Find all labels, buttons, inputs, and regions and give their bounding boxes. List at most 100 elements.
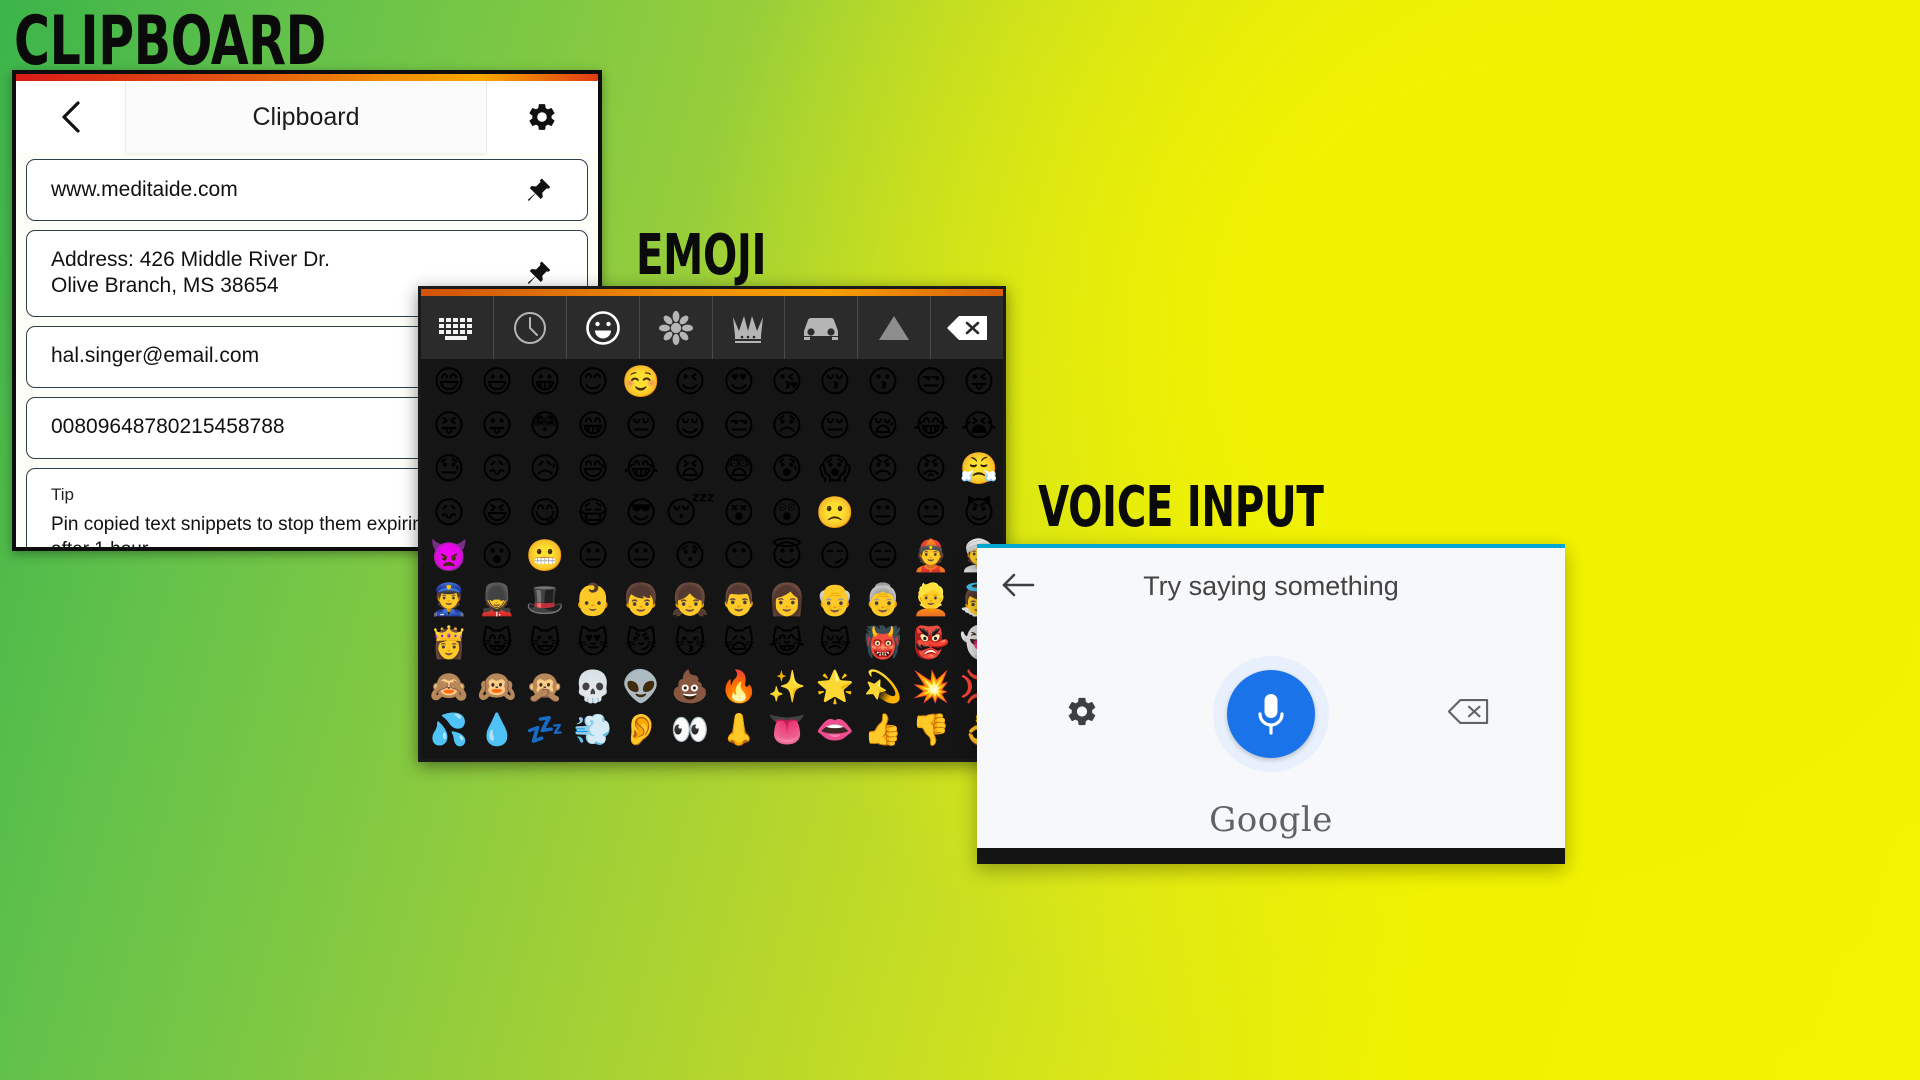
emoji-cell[interactable]: 😒: [723, 410, 755, 442]
emoji-cell[interactable]: 👹: [864, 628, 903, 659]
tab-keyboard[interactable]: [421, 296, 494, 359]
emoji-cell[interactable]: 😚: [819, 367, 851, 398]
emoji-cell[interactable]: 😝: [433, 410, 465, 442]
tab-nature[interactable]: [640, 296, 713, 359]
emoji-cell[interactable]: 👽: [622, 671, 661, 703]
mic-button[interactable]: [1227, 670, 1315, 758]
emoji-cell[interactable]: 😡: [915, 454, 947, 485]
emoji-cell[interactable]: 😿: [819, 628, 851, 659]
emoji-cell[interactable]: 😔: [625, 410, 657, 442]
emoji-cell[interactable]: 😭: [961, 410, 997, 442]
emoji-cell[interactable]: 😜: [963, 367, 995, 398]
emoji-cell[interactable]: 💨: [574, 715, 613, 746]
emoji-cell[interactable]: 👀: [671, 715, 710, 746]
emoji-cell[interactable]: ✨: [768, 671, 807, 703]
emoji-cell[interactable]: 💀: [574, 671, 613, 703]
emoji-cell[interactable]: 💩: [671, 671, 710, 703]
emoji-cell[interactable]: 😘: [771, 367, 803, 398]
emoji-cell[interactable]: 💥: [912, 671, 951, 703]
emoji-cell[interactable]: 😨: [723, 454, 755, 485]
emoji-cell[interactable]: 👎: [912, 715, 951, 746]
emoji-cell[interactable]: 💧: [478, 715, 517, 746]
voice-settings-button[interactable]: [1065, 695, 1099, 734]
emoji-cell[interactable]: 😰: [771, 454, 803, 485]
emoji-cell[interactable]: 😁: [577, 410, 609, 442]
emoji-cell[interactable]: 👱: [912, 584, 951, 616]
emoji-cell[interactable]: 😻: [577, 628, 609, 659]
emoji-cell[interactable]: 😉: [674, 367, 706, 398]
emoji-cell[interactable]: 😖: [481, 454, 513, 485]
emoji-cell[interactable]: 👲: [912, 541, 951, 572]
emoji-cell[interactable]: 👍: [864, 715, 903, 746]
emoji-cell[interactable]: 😺: [529, 628, 561, 659]
emoji-cell[interactable]: 😐: [915, 497, 947, 529]
emoji-cell[interactable]: 😔: [819, 410, 851, 442]
emoji-cell[interactable]: 🔥: [720, 671, 759, 703]
tab-backspace[interactable]: [931, 296, 1003, 359]
emoji-cell[interactable]: 😍: [723, 367, 755, 398]
emoji-cell[interactable]: 😅: [577, 454, 609, 485]
emoji-cell[interactable]: 👧: [671, 584, 710, 616]
emoji-cell[interactable]: 😖: [433, 497, 465, 529]
clipboard-title-tab[interactable]: Clipboard: [126, 81, 486, 153]
emoji-cell[interactable]: 👵: [864, 584, 903, 616]
emoji-cell[interactable]: 👅: [768, 715, 807, 746]
emoji-grid[interactable]: 😄 😃 😀 😊 ☺️ 😉 😍 😘 😚 😗 😒 😜 😝 😛 😳 😁 😔 😌 😒 😞 😔 😪 😂 😭 😓 😖 😥 😅 😂 😫 😨 😰 😱 😠 😡 😤 😖 😆 😋…: [421, 359, 1003, 759]
emoji-cell[interactable]: 🙈: [430, 671, 469, 703]
emoji-cell[interactable]: 🙁: [816, 497, 855, 529]
emoji-cell[interactable]: 😓: [433, 454, 465, 485]
emoji-cell[interactable]: 😤: [960, 454, 999, 485]
pin-icon[interactable]: [523, 175, 553, 205]
emoji-cell[interactable]: 😌: [674, 410, 706, 442]
emoji-cell[interactable]: 🙀: [723, 628, 755, 659]
emoji-cell[interactable]: 👺: [912, 628, 951, 659]
tab-smileys[interactable]: [567, 296, 640, 359]
emoji-cell[interactable]: 💦: [430, 715, 469, 746]
emoji-cell[interactable]: 😶: [723, 541, 755, 572]
emoji-cell[interactable]: 😑: [867, 541, 899, 572]
emoji-cell[interactable]: 😼: [625, 628, 657, 659]
emoji-cell[interactable]: 😬: [526, 541, 565, 572]
tab-recent[interactable]: [494, 296, 567, 359]
tab-travel[interactable]: [785, 296, 859, 359]
emoji-cell[interactable]: 💂: [478, 584, 517, 616]
emoji-cell[interactable]: 😯: [674, 541, 706, 572]
emoji-cell[interactable]: 👨: [720, 584, 759, 616]
emoji-cell[interactable]: 👦: [622, 584, 661, 616]
emoji-cell[interactable]: 🌟: [816, 671, 855, 703]
emoji-cell[interactable]: 😂: [913, 410, 949, 442]
emoji-cell[interactable]: 😀: [529, 367, 561, 398]
tab-objects[interactable]: [713, 296, 786, 359]
emoji-cell[interactable]: 💤: [526, 715, 565, 746]
emoji-cell[interactable]: 😛: [481, 410, 513, 442]
emoji-cell[interactable]: 😥: [529, 454, 561, 485]
emoji-cell[interactable]: 😞: [771, 410, 803, 442]
emoji-cell[interactable]: 💫: [864, 671, 903, 703]
back-button[interactable]: [16, 81, 126, 153]
emoji-cell[interactable]: 👄: [816, 715, 855, 746]
emoji-cell[interactable]: 😒: [915, 367, 947, 398]
emoji-cell[interactable]: 👸: [430, 628, 469, 659]
emoji-cell[interactable]: 😄: [433, 367, 465, 398]
emoji-cell[interactable]: 👶: [574, 584, 613, 616]
emoji-cell[interactable]: 👿: [430, 541, 469, 572]
emoji-cell[interactable]: 😐: [577, 541, 609, 572]
emoji-cell[interactable]: 😪: [867, 410, 899, 442]
emoji-cell[interactable]: 😏: [819, 541, 851, 572]
emoji-cell[interactable]: 😂: [623, 454, 659, 485]
emoji-cell[interactable]: 😃: [481, 367, 513, 398]
settings-button[interactable]: [486, 81, 598, 153]
emoji-cell[interactable]: 😇: [771, 541, 803, 572]
emoji-cell[interactable]: 😊: [577, 367, 609, 398]
emoji-cell[interactable]: 🙉: [478, 671, 517, 703]
tab-symbols[interactable]: [858, 296, 932, 359]
emoji-cell[interactable]: 😫: [674, 454, 706, 485]
emoji-cell[interactable]: 👴: [816, 584, 855, 616]
emoji-cell[interactable]: 😋: [529, 497, 561, 529]
emoji-cell[interactable]: 🙊: [526, 671, 565, 703]
emoji-cell[interactable]: 😮: [481, 541, 513, 572]
emoji-cell[interactable]: 😈: [963, 497, 995, 529]
emoji-cell[interactable]: 😗: [867, 367, 899, 398]
emoji-cell[interactable]: 😠: [867, 454, 899, 485]
emoji-cell[interactable]: 😎: [625, 497, 657, 529]
